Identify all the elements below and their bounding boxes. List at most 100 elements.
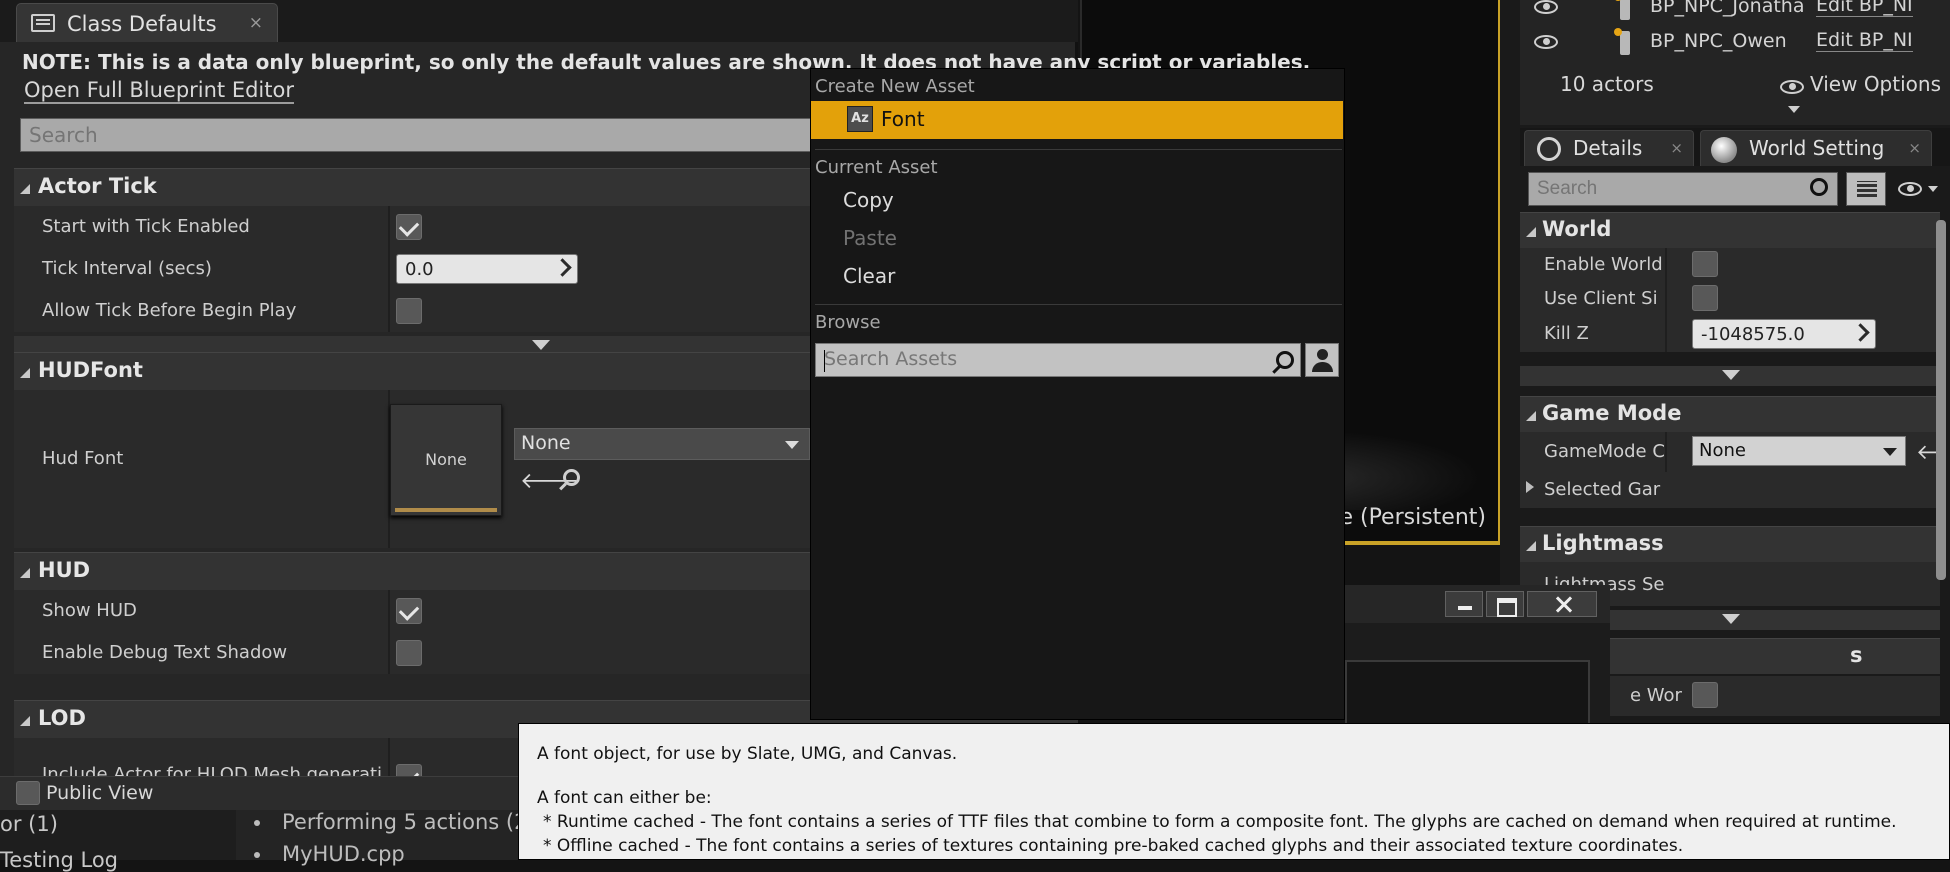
copy-item[interactable]: Copy: [811, 182, 1346, 220]
expand-arrow-icon: [1722, 370, 1740, 380]
property-row: Kill Z -1048575.0: [1520, 316, 1940, 352]
font-asset-icon: Az: [847, 106, 873, 132]
property-checkbox[interactable]: [1692, 682, 1718, 708]
bg-text-fragment: Testing Log: [0, 848, 119, 872]
outliner-row[interactable]: BP_NPC_Jonatha Edit BP_NI: [1520, 0, 1950, 24]
close-window-button[interactable]: [1527, 591, 1597, 617]
hud-font-asset-combo[interactable]: None: [514, 428, 810, 460]
divider: [815, 304, 1342, 305]
paste-item[interactable]: Paste: [811, 220, 1346, 258]
actor-pawn-icon: [1614, 0, 1630, 20]
asset-picker-menu: Create New Asset Az Font Current Asset Co…: [810, 68, 1345, 720]
globe-icon: [1711, 137, 1737, 163]
details-view-options-button[interactable]: [1898, 182, 1938, 196]
maximize-button[interactable]: [1486, 591, 1524, 617]
chevron-down-icon: [1883, 448, 1897, 456]
property-label: Enable World: [1544, 254, 1663, 275]
user-filter-button[interactable]: [1305, 343, 1339, 377]
gamemode-override-combo[interactable]: None: [1692, 436, 1906, 466]
tab-world-settings[interactable]: World Setting ×: [1700, 130, 1932, 166]
include-hlod-checkbox[interactable]: [396, 764, 422, 776]
tick-interval-field[interactable]: 0.0: [396, 254, 578, 284]
close-icon[interactable]: ×: [1908, 139, 1921, 157]
details-scrollbar[interactable]: [1936, 220, 1946, 580]
advanced-expander[interactable]: [1520, 366, 1940, 386]
property-label: Show HUD: [42, 600, 137, 621]
property-row: GameMode C None 🡐: [1520, 432, 1940, 472]
tooltip-line: A font can either be:: [537, 788, 712, 808]
property-row: Enable World: [1520, 248, 1940, 282]
property-label: Allow Tick Before Begin Play: [42, 300, 297, 321]
category-game-mode[interactable]: Game Mode: [1520, 396, 1940, 432]
info-icon: [1537, 137, 1561, 161]
details-tab-bar: Details × World Setting ×: [1520, 128, 1950, 166]
close-icon[interactable]: ×: [1670, 139, 1683, 157]
section-header: Current Asset: [815, 157, 938, 178]
expand-arrow-icon: [1526, 481, 1534, 493]
asset-thumbnail[interactable]: None: [390, 404, 502, 516]
asset-type-color-bar: [395, 508, 497, 512]
drag-arrow-icon: [553, 258, 572, 277]
expand-arrow-icon: [1722, 614, 1740, 624]
allow-tick-checkbox[interactable]: [396, 298, 422, 324]
minimize-button[interactable]: [1445, 591, 1483, 617]
use-client-checkbox[interactable]: [1692, 285, 1718, 311]
tab-details[interactable]: Details ×: [1524, 130, 1694, 166]
property-label: Enable Debug Text Shadow: [42, 642, 288, 663]
details-search-input[interactable]: [1528, 172, 1838, 206]
view-options-button[interactable]: View Options: [1780, 72, 1950, 120]
close-icon[interactable]: ×: [249, 13, 263, 33]
collapse-arrow-icon: [20, 568, 30, 578]
clear-item[interactable]: Clear: [811, 258, 1346, 296]
drag-arrow-icon: [1851, 323, 1870, 342]
category-lightmass[interactable]: Lightmass: [1520, 526, 1940, 562]
visibility-eye-icon[interactable]: [1534, 35, 1558, 49]
public-view-checkbox[interactable]: [16, 781, 40, 805]
section-header: Create New Asset: [815, 76, 975, 97]
create-font-item[interactable]: Az Font: [811, 101, 1343, 139]
kill-z-field[interactable]: -1048575.0: [1692, 319, 1876, 349]
open-full-editor-link[interactable]: Open Full Blueprint Editor: [24, 78, 294, 104]
tab-bar: Class Defaults ×: [0, 0, 1078, 42]
visibility-eye-icon[interactable]: [1534, 0, 1558, 14]
show-hud-checkbox[interactable]: [396, 598, 422, 624]
chevron-down-icon: [1788, 106, 1800, 113]
property-label: Hud Font: [42, 448, 124, 469]
tooltip-line: * Runtime cached - The font contains a s…: [543, 812, 1897, 832]
property-matrix-button[interactable]: [1846, 172, 1886, 206]
font-tooltip: A font object, for use by Slate, UMG, an…: [518, 723, 1950, 860]
chevron-down-icon: [1928, 186, 1938, 192]
edit-blueprint-link[interactable]: Edit BP_NI: [1816, 0, 1913, 17]
section-header: Browse: [815, 312, 881, 333]
property-label: Start with Tick Enabled: [42, 216, 250, 237]
class-defaults-icon: [31, 14, 55, 32]
property-label: Include Actor for HLOD Mesh generati: [42, 764, 383, 776]
edit-blueprint-link[interactable]: Edit BP_NI: [1816, 30, 1913, 52]
property-label: Selected Gar: [1544, 479, 1661, 500]
chevron-down-icon: [785, 441, 799, 449]
browse-search-icon[interactable]: [563, 469, 580, 486]
property-label: GameMode C: [1544, 441, 1665, 462]
search-assets-input[interactable]: Search Assets: [815, 343, 1301, 377]
enable-world-checkbox[interactable]: [1692, 251, 1718, 277]
debug-shadow-checkbox[interactable]: [396, 640, 422, 666]
outliner-row[interactable]: BP_NPC_Owen Edit BP_NI: [1520, 27, 1950, 59]
tab-class-defaults[interactable]: Class Defaults ×: [16, 3, 278, 42]
property-row[interactable]: Selected Gar: [1520, 472, 1940, 508]
log-line: MyHUD.cpp: [254, 842, 405, 866]
public-view-label: Public View: [46, 782, 154, 804]
collapse-arrow-icon: [20, 716, 30, 726]
start-tick-checkbox[interactable]: [396, 214, 422, 240]
tab-label: Class Defaults: [67, 12, 217, 36]
expand-arrow-icon: [532, 340, 550, 350]
category-world[interactable]: World: [1520, 212, 1940, 248]
bg-text-fragment: or (1): [0, 812, 58, 836]
collapse-arrow-icon: [20, 184, 30, 194]
actor-pawn-icon: [1614, 28, 1630, 55]
actor-name: BP_NPC_Owen: [1650, 30, 1787, 52]
collapse-arrow-icon: [1526, 541, 1536, 551]
collapse-arrow-icon: [20, 368, 30, 378]
log-line: Performing 5 actions (2 t: [254, 810, 542, 834]
actor-name: BP_NPC_Jonatha: [1650, 0, 1805, 17]
divider: [815, 149, 1342, 150]
